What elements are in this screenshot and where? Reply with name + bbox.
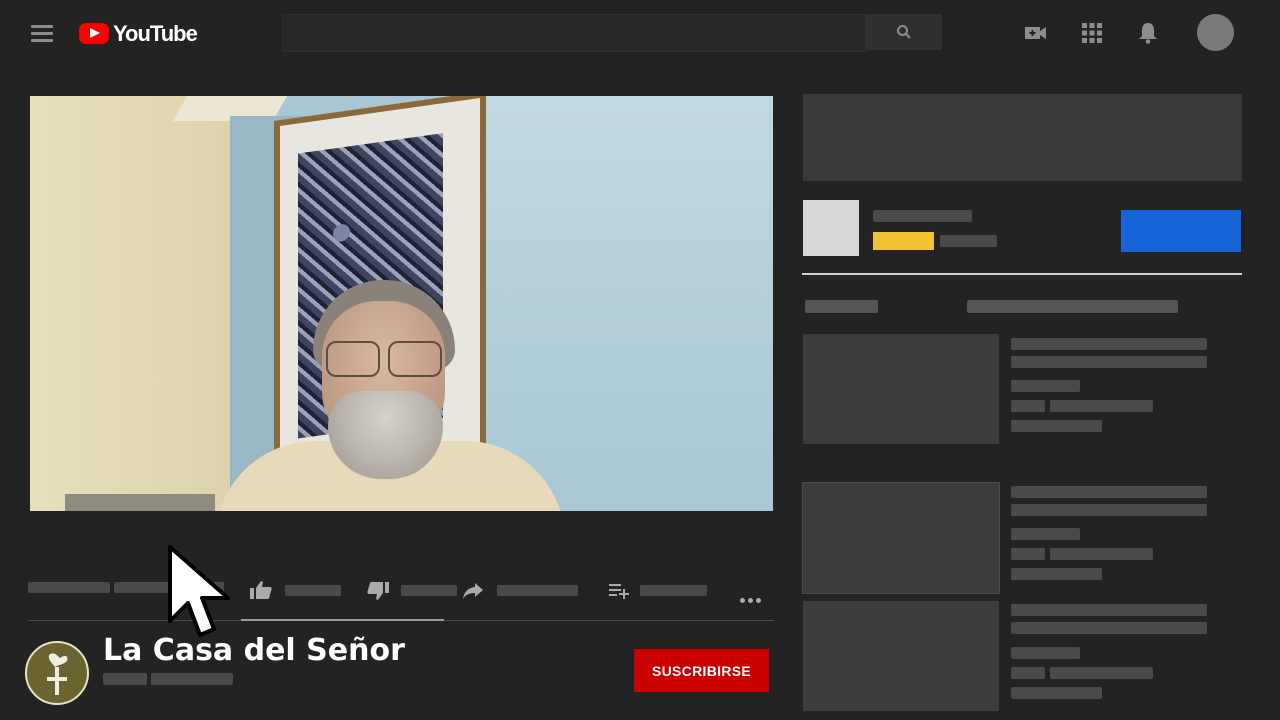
recommended-meta-line [1011, 548, 1045, 560]
recommended-channel-line [1011, 647, 1080, 659]
ad-domain-placeholder [940, 235, 997, 247]
ad-banner[interactable] [803, 94, 1242, 181]
video-create-icon[interactable] [1024, 24, 1048, 42]
ad-badge [873, 232, 934, 250]
subscriber-count-placeholder [103, 673, 147, 685]
recommended-meta-line [1050, 400, 1153, 412]
ad-title-placeholder [873, 210, 972, 222]
search-icon [897, 25, 911, 39]
recommended-meta-line [1050, 548, 1153, 560]
video-player[interactable] [30, 96, 773, 511]
recommended-title-line [1011, 622, 1207, 634]
save-playlist-icon[interactable] [609, 583, 629, 599]
recommended-meta-line [1011, 420, 1102, 432]
recommended-channel-line [1011, 528, 1080, 540]
subscriber-label-placeholder [151, 673, 233, 685]
mouse-cursor-icon [168, 545, 230, 637]
video-person-glasses [326, 341, 446, 377]
avatar[interactable] [1197, 14, 1234, 51]
dislike-icon[interactable] [367, 581, 389, 601]
sidebar-divider [802, 273, 1242, 275]
more-options-icon[interactable] [740, 588, 764, 607]
recommended-meta-line [1050, 667, 1153, 679]
video-desk-items [65, 494, 215, 511]
like-count-placeholder [285, 585, 341, 596]
recommended-meta-line [1011, 400, 1045, 412]
autoplay-label-placeholder [967, 300, 1178, 313]
recommended-meta-line [1011, 568, 1102, 580]
video-wall-left [30, 96, 230, 511]
apps-icon[interactable] [1082, 23, 1102, 43]
recommended-title-line [1011, 504, 1207, 516]
recommended-channel-line [1011, 380, 1080, 392]
recommended-thumbnail[interactable] [803, 601, 999, 711]
recommended-title-line [1011, 338, 1207, 350]
action-bar-highlight [241, 619, 444, 621]
dislike-count-placeholder [401, 585, 457, 596]
youtube-play-icon [79, 23, 109, 44]
dove-cross-icon [47, 653, 68, 695]
recommended-meta-line [1011, 667, 1045, 679]
ad-thumbnail[interactable] [803, 200, 859, 256]
like-icon[interactable] [250, 580, 272, 600]
save-label-placeholder [640, 585, 707, 596]
subscribe-button[interactable]: SUSCRIBIRSE [634, 649, 769, 692]
logo-text: YouTube [113, 21, 198, 46]
ad-action-button[interactable] [1121, 210, 1241, 252]
channel-name[interactable]: La Casa del Señor [103, 633, 405, 668]
video-wall-right [480, 96, 773, 511]
notifications-icon[interactable] [1138, 22, 1158, 44]
share-label-placeholder [497, 585, 578, 596]
view-count-placeholder [28, 582, 110, 593]
recommended-meta-line [1011, 687, 1102, 699]
search-input[interactable] [282, 14, 866, 52]
up-next-label-placeholder [805, 300, 878, 313]
recommended-thumbnail[interactable] [803, 334, 999, 444]
channel-avatar[interactable] [25, 641, 89, 705]
share-icon[interactable] [463, 583, 483, 599]
recommended-title-line [1011, 486, 1207, 498]
recommended-title-line [1011, 604, 1207, 616]
youtube-logo[interactable]: YouTube [79, 21, 198, 46]
menu-icon[interactable] [31, 25, 53, 46]
recommended-thumbnail[interactable] [802, 482, 1000, 594]
recommended-title-line [1011, 356, 1207, 368]
search-button[interactable] [865, 14, 942, 50]
